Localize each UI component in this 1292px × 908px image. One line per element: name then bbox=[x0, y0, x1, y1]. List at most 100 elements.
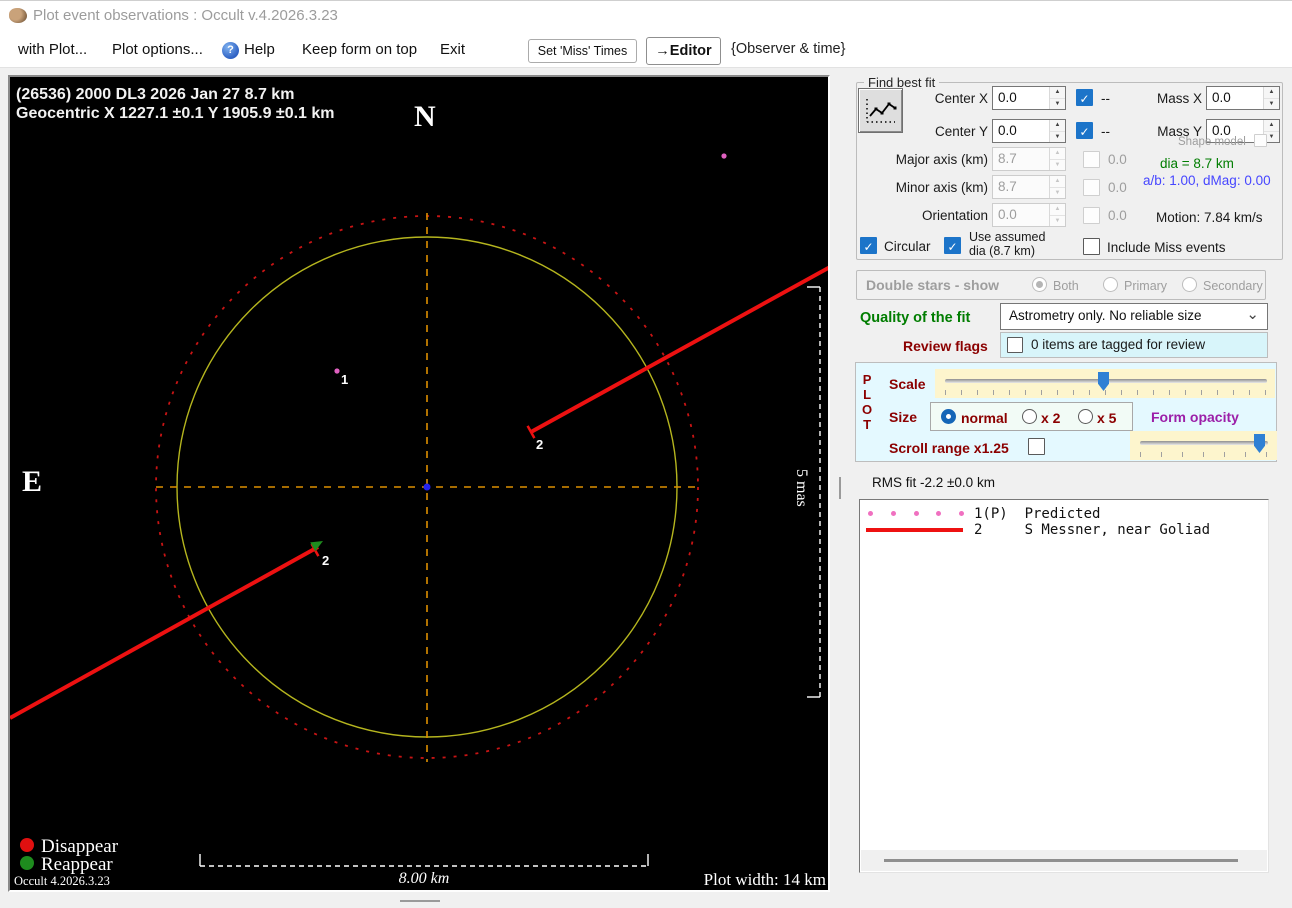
center-y-value[interactable]: 0.0 bbox=[993, 120, 1049, 142]
motion-text: Motion: 7.84 km/s bbox=[1156, 210, 1263, 225]
chord-2-lower-label: 2 bbox=[322, 553, 329, 568]
menu-bar: with Plot... Plot options... ? Help Keep… bbox=[0, 30, 1292, 68]
center-y-input[interactable]: 0.0 ▲ ▼ bbox=[992, 119, 1066, 143]
center-y-dash: -- bbox=[1101, 124, 1110, 139]
chord-line-marker bbox=[866, 528, 963, 532]
observations-list[interactable]: 1(P) Predicted 2 S Messner, near Goliad bbox=[859, 499, 1269, 873]
observation-text: 2 S Messner, near Goliad bbox=[974, 522, 1211, 538]
orientation-label: Orientation bbox=[921, 208, 988, 223]
major-axis-spinner: ▲ ▼ bbox=[1049, 148, 1065, 170]
review-flags-text: 0 items are tagged for review bbox=[1031, 337, 1206, 352]
center-x-checkbox[interactable]: ✓ bbox=[1076, 89, 1093, 106]
list-item[interactable]: 1(P) Predicted bbox=[860, 506, 1268, 522]
disappear-dot-icon bbox=[20, 838, 34, 852]
occultation-plot-canvas[interactable]: 2 2 1 (26536) 2000 DL3 2026 Jan 27 8.7 k… bbox=[8, 75, 831, 892]
center-y-spinner[interactable]: ▲ ▼ bbox=[1049, 120, 1065, 142]
orientation-spinner: ▲ ▼ bbox=[1049, 204, 1065, 226]
center-x-spinner[interactable]: ▲ ▼ bbox=[1049, 87, 1065, 109]
rms-fit-label: RMS fit -2.2 ±0.0 km bbox=[872, 475, 995, 490]
include-miss-events-checkbox[interactable] bbox=[1083, 238, 1100, 255]
major-axis-label: Major axis (km) bbox=[895, 152, 988, 167]
double-stars-both-label: Both bbox=[1053, 279, 1079, 293]
double-stars-both-radio bbox=[1032, 277, 1047, 292]
size-x2-radio[interactable] bbox=[1022, 409, 1037, 424]
spin-down-icon: ▼ bbox=[1050, 159, 1065, 170]
scroll-range-label: Scroll range x1.25 bbox=[889, 440, 1009, 456]
shape-model-label: Shape model bbox=[1178, 136, 1246, 148]
size-label: Size bbox=[889, 409, 918, 425]
center-x-label: Center X bbox=[934, 91, 988, 106]
use-assumed-dia-checkbox[interactable]: ✓ bbox=[944, 237, 961, 254]
form-opacity-slider-thumb[interactable] bbox=[1254, 434, 1265, 453]
scroll-range-checkbox[interactable] bbox=[1028, 438, 1045, 455]
horizontal-scrollbar[interactable] bbox=[861, 850, 1267, 871]
form-opacity-slider-track[interactable] bbox=[1140, 441, 1268, 445]
scale-slider-thumb[interactable] bbox=[1098, 372, 1109, 391]
plot-vertical-label: P L O T bbox=[862, 372, 872, 432]
spin-up-icon: ▲ bbox=[1050, 148, 1065, 160]
plot-controls-panel: P L O T Scale Size normal x 2 x 5 Form o… bbox=[855, 362, 1277, 462]
center-x-value[interactable]: 0.0 bbox=[993, 87, 1049, 109]
spin-down-icon[interactable]: ▼ bbox=[1264, 98, 1279, 109]
quality-of-fit-select[interactable]: Astrometry only. No reliable size ⌄ bbox=[1000, 303, 1268, 330]
size-radio-group: normal x 2 x 5 bbox=[930, 402, 1133, 431]
shape-model-checkbox[interactable] bbox=[1254, 134, 1267, 147]
plot-header-line2: Geocentric X 1227.1 ±0.1 Y 1905.9 ±0.1 k… bbox=[16, 105, 335, 122]
help-icon[interactable]: ? bbox=[222, 42, 239, 59]
chord-2-upper-label: 2 bbox=[536, 437, 543, 452]
fit-chart-button[interactable] bbox=[858, 88, 903, 133]
mass-x-value[interactable]: 0.0 bbox=[1207, 87, 1263, 109]
menu-keep-form-on-top[interactable]: Keep form on top bbox=[302, 41, 417, 58]
mass-x-input[interactable]: 0.0 ▲ ▼ bbox=[1206, 86, 1280, 110]
size-normal-radio[interactable] bbox=[941, 409, 956, 424]
plot-letter-l: L bbox=[863, 387, 872, 402]
spin-down-icon[interactable]: ▼ bbox=[1050, 98, 1065, 109]
review-flags-checkbox[interactable] bbox=[1007, 337, 1023, 353]
spin-down-icon[interactable]: ▼ bbox=[1050, 131, 1065, 142]
center-x-input[interactable]: 0.0 ▲ ▼ bbox=[992, 86, 1066, 110]
scale-slider[interactable] bbox=[935, 369, 1275, 398]
list-item[interactable]: 2 S Messner, near Goliad bbox=[860, 522, 1268, 538]
double-stars-primary-label: Primary bbox=[1124, 279, 1168, 293]
horizontal-splitter-grip[interactable] bbox=[400, 900, 440, 902]
size-x5-label: x 5 bbox=[1097, 410, 1117, 426]
center-x-dash: -- bbox=[1101, 91, 1110, 106]
menu-with-plot[interactable]: with Plot... bbox=[18, 41, 87, 58]
plot-svg: 2 2 1 (26536) 2000 DL3 2026 Jan 27 8.7 k… bbox=[9, 86, 831, 889]
spin-up-icon[interactable]: ▲ bbox=[1264, 87, 1279, 99]
major-axis-input: 8.7 ▲ ▼ bbox=[992, 147, 1066, 171]
vertical-splitter-grip[interactable] bbox=[839, 477, 841, 499]
editor-button[interactable]: →Editor bbox=[646, 37, 721, 65]
chord-2-lower[interactable] bbox=[9, 545, 319, 720]
spin-up-icon: ▲ bbox=[1050, 204, 1065, 216]
set-miss-times-button[interactable]: Set 'Miss' Times bbox=[528, 39, 637, 63]
minor-axis-checkbox bbox=[1083, 179, 1100, 196]
check-icon: ✓ bbox=[863, 240, 874, 254]
center-y-checkbox[interactable]: ✓ bbox=[1076, 122, 1093, 139]
size-x5-radio[interactable] bbox=[1078, 409, 1093, 424]
use-assumed-line1: Use assumed bbox=[969, 230, 1046, 244]
center-y-label: Center Y bbox=[934, 124, 988, 139]
chord-2-upper[interactable] bbox=[530, 265, 831, 434]
form-opacity-slider[interactable] bbox=[1130, 431, 1277, 460]
size-x2-label: x 2 bbox=[1041, 410, 1061, 426]
mass-x-spinner[interactable]: ▲ ▼ bbox=[1263, 87, 1279, 109]
center-dot bbox=[423, 483, 431, 491]
double-stars-secondary-label: Secondary bbox=[1203, 279, 1263, 293]
menu-plot-options[interactable]: Plot options... bbox=[112, 41, 203, 58]
spin-down-icon: ▼ bbox=[1050, 187, 1065, 198]
scrollbar-thumb[interactable] bbox=[884, 859, 1238, 862]
mass-x-label: Mass X bbox=[1156, 91, 1202, 106]
menu-exit[interactable]: Exit bbox=[440, 41, 465, 58]
spin-up-icon[interactable]: ▲ bbox=[1264, 120, 1279, 132]
double-stars-label: Double stars - show bbox=[866, 277, 1000, 293]
spin-up-icon[interactable]: ▲ bbox=[1050, 87, 1065, 99]
use-assumed-line2: dia (8.7 km) bbox=[969, 244, 1035, 258]
spin-down-icon: ▼ bbox=[1050, 215, 1065, 226]
circular-checkbox[interactable]: ✓ bbox=[860, 237, 877, 254]
plot-width-label: Plot width: 14 km bbox=[704, 870, 826, 889]
spin-up-icon[interactable]: ▲ bbox=[1050, 120, 1065, 132]
predicted-point-1 bbox=[334, 368, 340, 374]
menu-help[interactable]: Help bbox=[244, 41, 275, 58]
check-icon: ✓ bbox=[1079, 125, 1090, 139]
